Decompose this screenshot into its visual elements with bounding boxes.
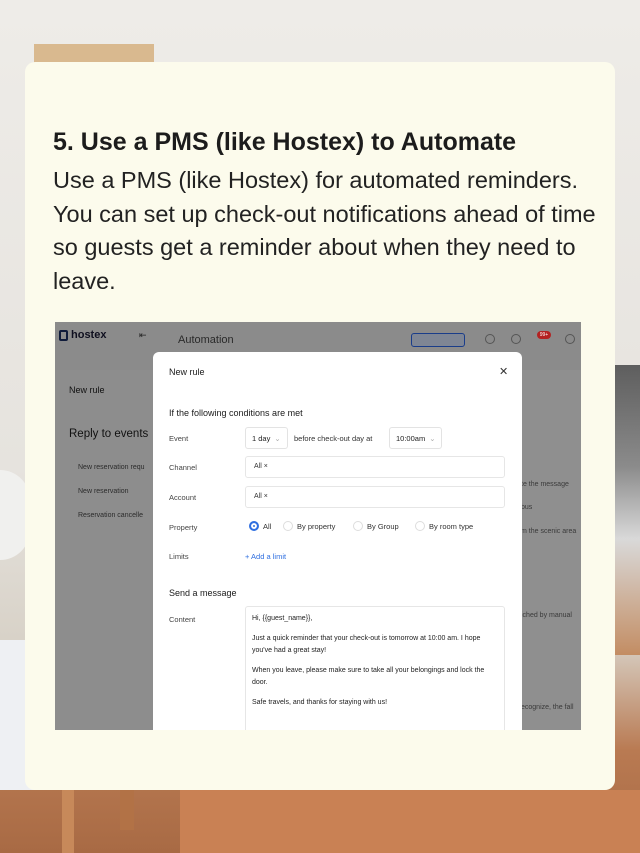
app-screenshot: hostex ⇤ Automation 99+ New rule Reply t… — [55, 322, 581, 730]
app-logo-text: hostex — [71, 329, 107, 341]
channel-tag[interactable]: All × — [254, 463, 268, 470]
hostex-logo-icon — [59, 329, 68, 341]
radio-label[interactable]: By property — [297, 522, 335, 531]
time-value: 10:00am — [396, 434, 426, 443]
notification-badge[interactable]: 99+ — [537, 331, 551, 339]
account-select[interactable]: All × — [245, 486, 505, 508]
document-icon[interactable] — [511, 334, 521, 344]
close-icon[interactable]: ✕ — [499, 365, 508, 378]
app-logo[interactable]: hostex — [59, 329, 106, 341]
event-label: Event — [169, 434, 189, 443]
radio-by-group[interactable] — [353, 521, 363, 531]
list-item[interactable]: New reservation — [78, 488, 129, 495]
background-blanket — [180, 790, 640, 853]
time-select[interactable]: 10:00am ⌄ — [389, 427, 443, 449]
new-rule-modal: New rule ✕ If the following conditions a… — [153, 352, 522, 730]
section-title: Reply to events — [69, 428, 149, 440]
property-label: Property — [169, 523, 198, 532]
modal-title: New rule — [169, 367, 205, 377]
background-text: iched by manual — [521, 612, 572, 619]
channel-select[interactable]: All × — [245, 456, 505, 478]
message-content-editor[interactable]: Hi, {{guest_name}}, Just a quick reminde… — [245, 606, 505, 730]
send-heading: Send a message — [169, 588, 237, 598]
list-item[interactable]: Reservation cancelle — [78, 512, 143, 519]
chevron-down-icon: ⌄ — [274, 434, 281, 443]
radio-by-room-type[interactable] — [415, 521, 425, 531]
background-table-leg — [62, 790, 74, 853]
menu-collapse-icon[interactable]: ⇤ — [139, 330, 147, 341]
add-limit-link[interactable]: + Add a limit — [245, 552, 286, 561]
background-text: m the scenic area — [521, 528, 577, 535]
limits-label: Limits — [169, 552, 189, 561]
account-label: Account — [169, 493, 197, 502]
event-connector: before check-out day at — [294, 434, 373, 443]
message-line: Hi, {{guest_name}}, — [252, 615, 313, 622]
page-title: 5. Use a PMS (like Hostex) to Automate — [53, 128, 517, 156]
list-item[interactable]: New reservation requ — [78, 464, 145, 471]
settings-icon[interactable] — [565, 334, 575, 344]
new-rule-button[interactable]: New rule — [69, 385, 105, 395]
days-select[interactable]: 1 day ⌄ — [245, 427, 288, 449]
account-tag[interactable]: All × — [254, 493, 268, 500]
radio-label[interactable]: All — [263, 522, 271, 531]
help-icon[interactable] — [485, 334, 495, 344]
background-table-leg — [120, 790, 134, 830]
radio-label[interactable]: By Group — [367, 522, 399, 531]
background-text: ecognize, the fall — [521, 704, 574, 711]
message-line: When you leave, please make sure to take… — [252, 667, 485, 686]
body-paragraph: Use a PMS (like Hostex) for automated re… — [53, 167, 596, 294]
radio-by-property[interactable] — [283, 521, 293, 531]
background-pillow — [614, 365, 640, 655]
channel-label: Channel — [169, 463, 197, 472]
app-page-title: Automation — [178, 334, 234, 346]
message-line: Just a quick reminder that your check-ou… — [252, 635, 481, 654]
background-text: bus — [521, 504, 533, 511]
left-panel — [55, 370, 155, 730]
radio-all[interactable] — [249, 521, 259, 531]
content-label: Content — [169, 615, 196, 624]
days-value: 1 day — [252, 434, 271, 443]
topbar-badge-button[interactable] — [411, 333, 465, 347]
conditions-heading: If the following conditions are met — [169, 408, 303, 418]
chevron-down-icon: ⌄ — [429, 434, 436, 443]
background-text: te the message — [521, 481, 569, 488]
radio-label[interactable]: By room type — [429, 522, 473, 531]
message-line: Safe travels, and thanks for staying wit… — [252, 699, 388, 706]
